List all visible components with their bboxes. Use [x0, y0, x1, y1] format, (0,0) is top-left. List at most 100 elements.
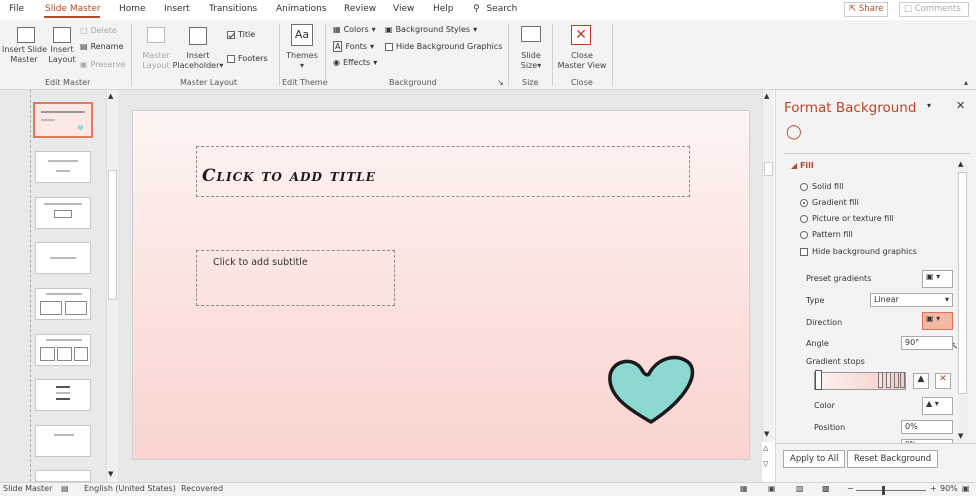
remove-gradient-stop-icon[interactable]: ✕: [935, 373, 951, 389]
subtitle-placeholder-text: Click to add subtitle: [213, 257, 308, 268]
scroll-down-icon[interactable]: ▼: [108, 470, 113, 478]
insert-placeholder-button[interactable]: Insert Placeholder▾: [172, 51, 224, 71]
next-slide-icon[interactable]: ▽: [763, 460, 768, 468]
layout-thumbnail-7[interactable]: [35, 425, 91, 457]
gradient-stop-1[interactable]: [815, 370, 822, 390]
footers-checkbox[interactable]: Footers: [227, 54, 268, 63]
tab-file[interactable]: File: [9, 4, 24, 14]
status-language[interactable]: English (United States): [84, 484, 176, 493]
solid-fill-radio[interactable]: Solid fill: [800, 182, 844, 191]
angle-spinner[interactable]: 90°: [901, 336, 953, 350]
zoom-slider-track[interactable]: [856, 490, 926, 491]
gradient-fill-radio[interactable]: Gradient fill: [800, 198, 859, 207]
color-picker-dropdown[interactable]: ▲ ▾: [922, 397, 953, 415]
themes-button[interactable]: Themes ▾: [284, 51, 320, 71]
colors-dropdown[interactable]: ▦ Colors ▾: [333, 25, 376, 34]
tab-review[interactable]: Review: [344, 4, 376, 14]
fill-section-header[interactable]: ◢ Fill: [791, 161, 814, 170]
scroll-up-icon[interactable]: ▲: [108, 92, 113, 100]
tab-view[interactable]: View: [393, 4, 414, 14]
normal-view-icon[interactable]: ▣: [768, 484, 776, 493]
comments-button[interactable]: □ Comments: [899, 2, 969, 17]
pane-options-chevron-icon[interactable]: ▾: [927, 101, 931, 110]
scrollbar-thumb[interactable]: [958, 172, 967, 394]
layout-thumbnail-4[interactable]: [35, 288, 91, 320]
chevron-down-icon: ▾: [370, 42, 375, 51]
scroll-down-icon[interactable]: ▼: [958, 432, 963, 440]
slide-vertical-scrollbar[interactable]: ▲ ▼: [762, 90, 774, 442]
gradient-stop-3[interactable]: [886, 372, 891, 388]
type-dropdown[interactable]: Linear ▾: [870, 293, 953, 307]
chevron-down-icon: ▾: [944, 295, 949, 304]
pane-scrollbar[interactable]: ▲ ▼: [957, 160, 968, 442]
layout-thumbnail-1[interactable]: [35, 151, 91, 183]
layout-thumbnail-6[interactable]: [35, 379, 91, 411]
scroll-up-icon[interactable]: ▲: [958, 160, 963, 168]
zoom-slider-thumb[interactable]: [882, 486, 885, 495]
thumbnails-scrollbar[interactable]: ▲ ▼: [106, 90, 118, 482]
spell-check-icon[interactable]: ▤: [61, 484, 69, 493]
hide-background-graphics-checkbox[interactable]: Hide background graphics: [800, 247, 917, 256]
rename-button[interactable]: ▤ Rename: [80, 42, 123, 51]
chevron-down-icon: ▾: [936, 314, 941, 323]
title-checkbox[interactable]: Title: [227, 30, 255, 39]
zoom-out-icon[interactable]: −: [847, 484, 854, 493]
tab-home[interactable]: Home: [119, 4, 146, 14]
previous-slide-icon[interactable]: △: [763, 444, 768, 452]
close-master-view-button[interactable]: Close Master View: [556, 51, 608, 71]
layout-thumbnail-5[interactable]: [35, 334, 91, 366]
direction-dropdown[interactable]: ▣ ▾: [922, 312, 953, 330]
slide-sorter-icon[interactable]: ▧: [796, 484, 804, 493]
search-box[interactable]: ⚲ Search: [473, 4, 517, 14]
apply-to-all-button[interactable]: Apply to All: [783, 450, 846, 468]
layout-thumbnail-8[interactable]: [35, 470, 91, 482]
reading-view-icon[interactable]: ▩: [822, 484, 830, 493]
notes-icon[interactable]: ▦: [740, 484, 748, 493]
master-layout-button[interactable]: Master Layout: [140, 51, 172, 71]
share-button[interactable]: ⇱ Share: [844, 2, 889, 17]
slide-thumbnails-pane: ♥: [0, 90, 118, 482]
add-gradient-stop-icon[interactable]: ▲: [913, 373, 929, 389]
position-spinner[interactable]: 0%: [901, 420, 953, 434]
fonts-dropdown[interactable]: A Fonts ▾: [333, 41, 374, 52]
background-styles-dropdown[interactable]: ▣ Background Styles ▾: [385, 25, 477, 34]
insert-slide-master-button[interactable]: Insert Slide Master: [2, 45, 47, 65]
zoom-in-icon[interactable]: +: [930, 484, 937, 493]
preset-gradients-dropdown[interactable]: ▣ ▾: [922, 270, 953, 288]
tab-slide-master[interactable]: Slide Master: [45, 4, 101, 14]
thumb-content-box: [57, 347, 72, 361]
tab-transitions[interactable]: Transitions: [209, 4, 257, 14]
scroll-down-icon[interactable]: ▼: [764, 430, 769, 438]
slide-master-thumbnail[interactable]: ♥: [33, 102, 93, 138]
hide-background-graphics-checkbox[interactable]: Hide Background Graphics: [385, 42, 502, 51]
scrollbar-thumb[interactable]: [108, 170, 117, 300]
close-pane-icon[interactable]: ✕: [956, 99, 965, 112]
tab-help[interactable]: Help: [433, 4, 454, 14]
tab-animations[interactable]: Animations: [276, 4, 327, 14]
preserve-label: Preserve: [90, 60, 126, 69]
gradient-stop-4[interactable]: [894, 372, 899, 388]
delete-button[interactable]: ▢ Delete: [80, 26, 117, 35]
dialog-launcher-icon[interactable]: ↘: [497, 78, 504, 88]
tab-insert[interactable]: Insert: [164, 4, 190, 14]
fill-bucket-icon[interactable]: ◯: [786, 124, 802, 140]
fit-to-window-icon[interactable]: ▣: [962, 484, 970, 493]
preserve-button[interactable]: ▣ Preserve: [80, 60, 125, 69]
effects-dropdown[interactable]: ◉ Effects ▾: [333, 58, 377, 67]
picture-texture-fill-radio[interactable]: Picture or texture fill: [800, 214, 894, 223]
layout-thumbnail-2[interactable]: [35, 197, 91, 229]
scrollbar-thumb[interactable]: [764, 162, 773, 176]
zoom-level[interactable]: 90%: [940, 484, 958, 493]
insert-layout-button[interactable]: Insert Layout: [48, 45, 76, 65]
layout-thumbnail-3[interactable]: [35, 242, 91, 274]
gradient-fill-label: Gradient fill: [812, 198, 859, 207]
slide-size-button[interactable]: Slide Size▾: [514, 51, 548, 71]
heart-icon[interactable]: [604, 354, 698, 426]
reset-background-button[interactable]: Reset Background: [847, 450, 939, 468]
collapse-ribbon-icon[interactable]: ▴: [964, 78, 968, 88]
pattern-fill-radio[interactable]: Pattern fill: [800, 230, 853, 239]
gradient-stops-bar[interactable]: [814, 372, 906, 390]
gradient-stop-2[interactable]: [878, 372, 883, 388]
gradient-stop-5[interactable]: [900, 372, 905, 388]
scroll-up-icon[interactable]: ▲: [764, 92, 769, 100]
